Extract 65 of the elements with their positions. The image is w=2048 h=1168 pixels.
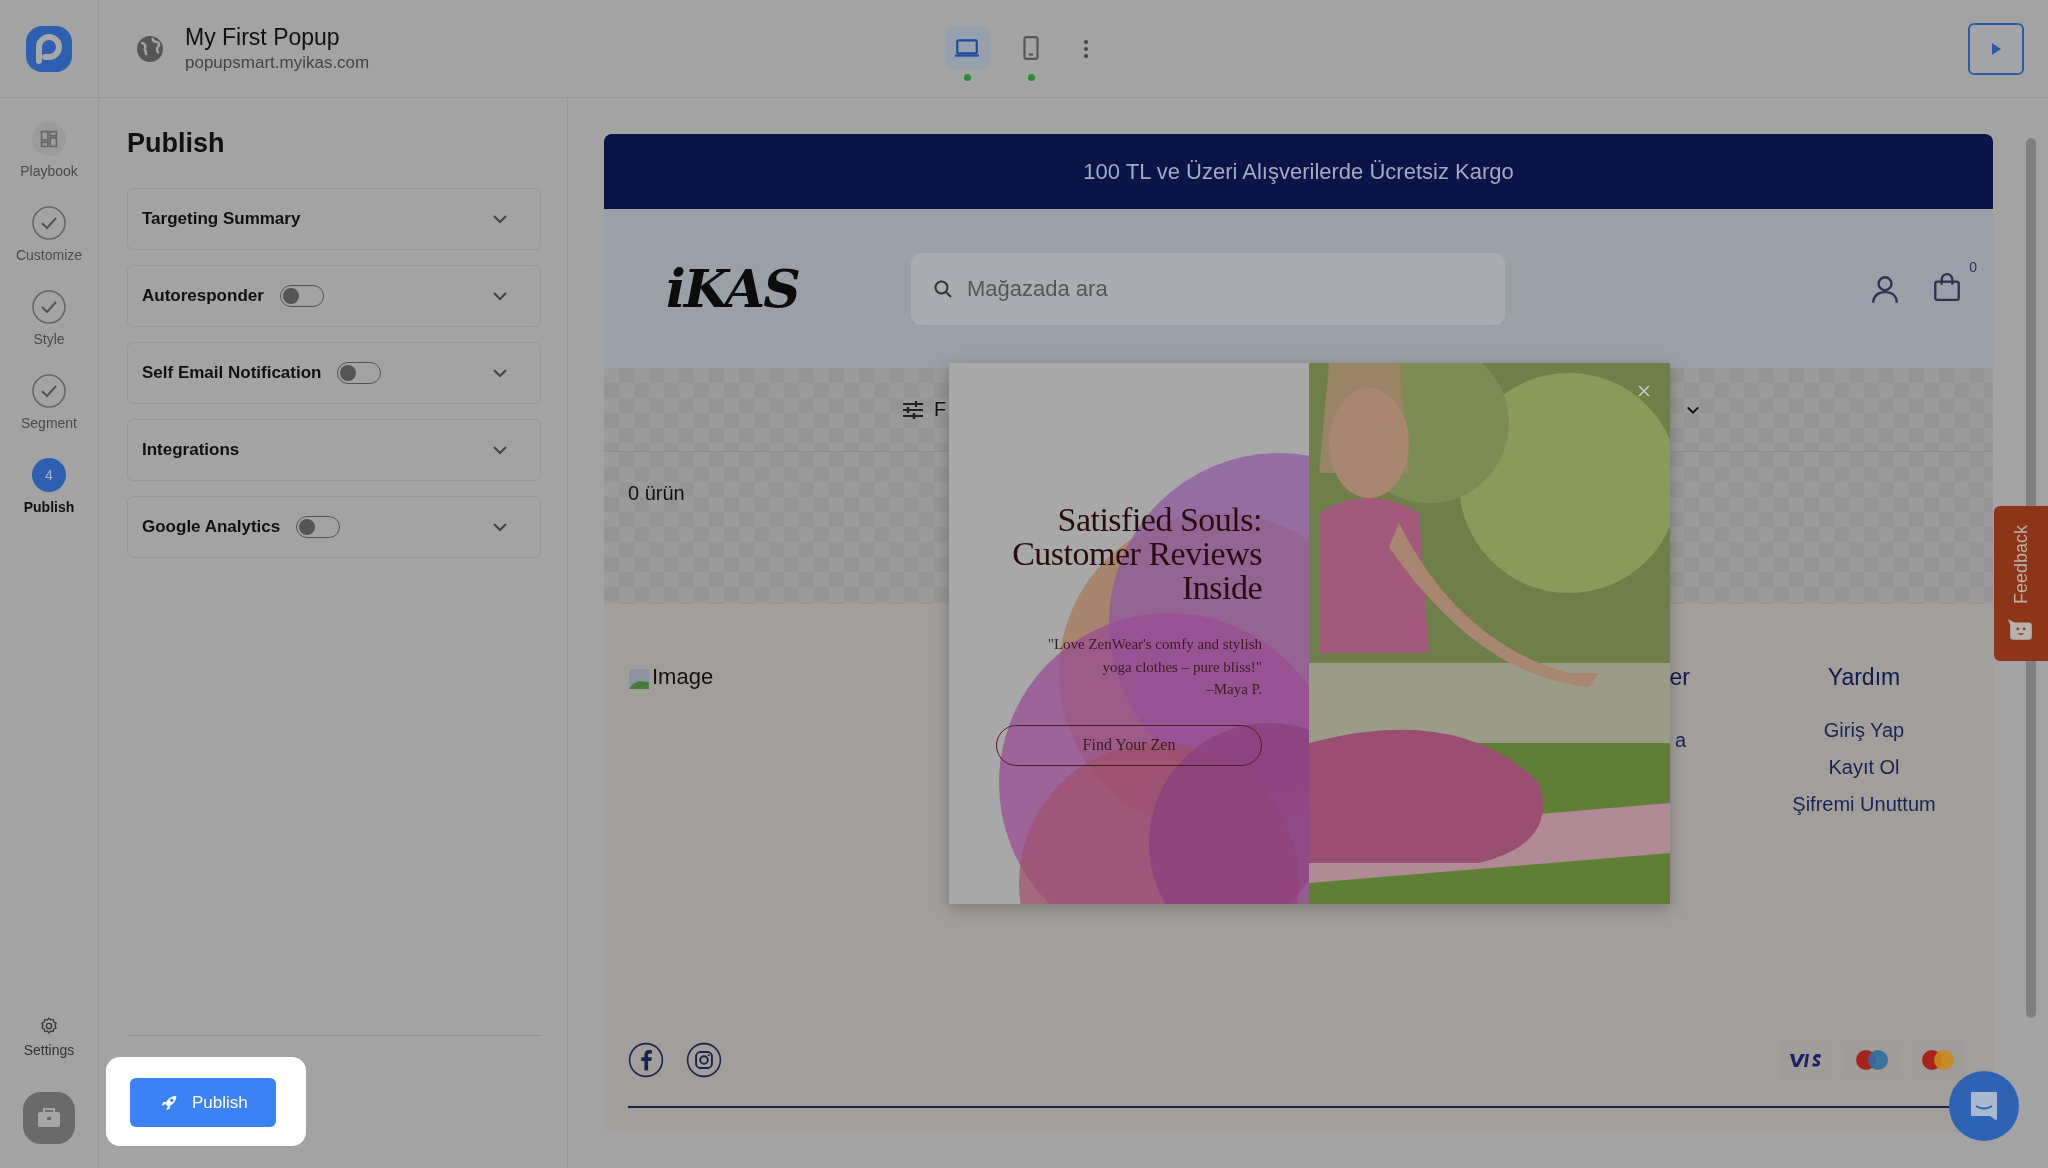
step-item[interactable]: Style <box>32 290 66 347</box>
popup-heading: Satisfied Souls: Customer Reviews Inside <box>1012 503 1262 605</box>
settings-icon <box>39 1016 59 1036</box>
instagram-icon[interactable] <box>686 1042 722 1078</box>
feedback-tab[interactable]: Feedback <box>1994 506 2048 661</box>
check-icon <box>32 374 66 408</box>
step-item[interactable]: Customize <box>15 206 83 263</box>
search-icon <box>933 278 953 299</box>
settings-item[interactable]: Settings <box>23 1016 75 1058</box>
accordion-section[interactable]: Google Analytics <box>127 496 541 558</box>
chevron-down-icon <box>492 368 508 378</box>
device-button[interactable] <box>945 26 989 70</box>
section-label: Autoresponder <box>142 286 264 306</box>
step-item[interactable]: 4 Publish <box>23 458 75 515</box>
footer-heading: Yardım <box>1827 664 1901 691</box>
section-label: Targeting Summary <box>142 209 301 229</box>
panel-title: Publish <box>127 128 226 159</box>
broken-image-icon <box>628 668 650 690</box>
chevron-down-icon <box>492 214 508 224</box>
chevron-down-icon <box>492 445 508 455</box>
chevron-down-icon <box>492 522 508 532</box>
chevron-down-icon <box>492 291 508 301</box>
domain-text: popupsmart.myikas.com <box>185 53 371 73</box>
review-author: –Maya P. <box>1206 680 1262 699</box>
bag-icon[interactable] <box>1931 270 1963 303</box>
accordion-section[interactable]: Autoresponder <box>127 265 541 327</box>
step-item[interactable]: Segment <box>20 374 77 431</box>
grid-icon <box>32 122 66 156</box>
footer-link[interactable]: Şifremi Unuttum <box>1792 793 1936 816</box>
filter-icon[interactable] <box>902 399 924 420</box>
footer-link[interactable]: Giriş Yap <box>1823 719 1905 742</box>
more-icon[interactable] <box>1083 38 1089 59</box>
check-icon <box>32 206 66 240</box>
accordion-section[interactable]: Self Email Notification <box>127 342 541 404</box>
section-label: Google Analytics <box>142 517 281 537</box>
section-label: Integrations <box>142 440 240 460</box>
status-dot <box>1027 74 1035 81</box>
footer-link[interactable]: Kayıt Ol <box>1828 756 1900 779</box>
status-dot <box>963 74 971 81</box>
product-count: 0 ürün <box>628 482 685 504</box>
footer-link[interactable]: a <box>1674 729 1686 752</box>
footer-heading: er <box>1669 664 1690 691</box>
check-icon <box>32 290 66 324</box>
smiley-icon <box>2008 618 2034 643</box>
review-quote: "Love ZenWear's comfy and stylish yoga clothes – pure bliss!" <box>1047 635 1262 677</box>
facebook-icon[interactable] <box>628 1042 664 1078</box>
chat-button[interactable] <box>1949 1071 2019 1141</box>
step-number: 4 <box>32 458 66 492</box>
search-field[interactable]: Mağazada ara <box>911 252 1505 325</box>
promo-banner: 100 TL ve Üzeri Alışverilerde Ücretsiz Kargo <box>604 134 1993 209</box>
logo-icon[interactable] <box>25 24 73 73</box>
close-icon[interactable] <box>1638 385 1650 397</box>
filter-label[interactable]: F <box>934 398 947 421</box>
store-logo[interactable]: iKAS <box>666 258 911 319</box>
section-label: Self Email Notification <box>142 363 322 383</box>
accordion-section[interactable]: Targeting Summary <box>127 188 541 250</box>
play-button[interactable] <box>1968 22 2024 75</box>
globe-icon <box>135 33 165 64</box>
briefcase-button[interactable] <box>23 1092 75 1144</box>
cart-count: 0 <box>1969 258 1977 275</box>
publish-button[interactable]: Publish <box>130 1078 276 1127</box>
step-item[interactable]: Playbook <box>20 122 78 179</box>
popup-title: My First Popup <box>185 24 341 51</box>
accordion-section[interactable]: Integrations <box>127 419 541 481</box>
chevron-down-icon[interactable] <box>1686 404 1701 415</box>
